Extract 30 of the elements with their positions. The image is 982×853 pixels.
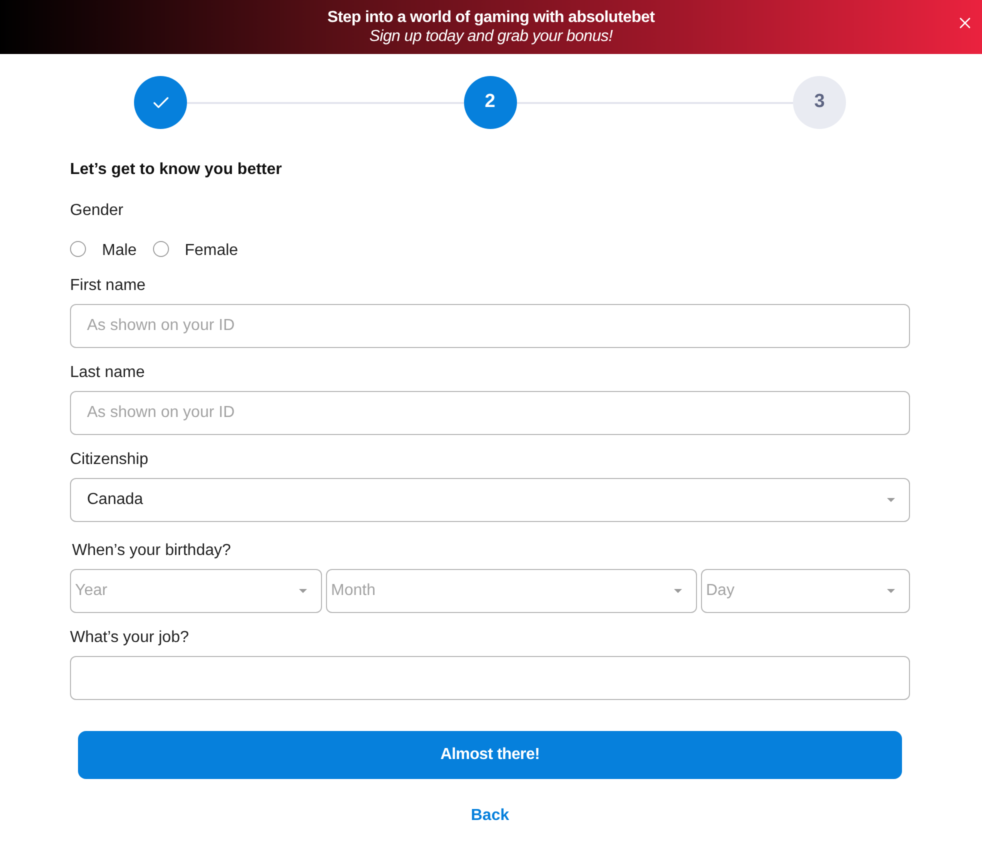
field-label: Citizenship — [70, 450, 150, 470]
form-heading: Let’s get to know you better — [70, 160, 283, 180]
dropdown-caret-icon — [887, 498, 895, 502]
field-label: First name — [70, 276, 147, 296]
text-input-field[interactable] — [70, 656, 910, 700]
field-label: When’s your birthday? — [72, 541, 232, 561]
dropdown-caret-icon — [887, 589, 895, 593]
date-part-select[interactable]: Year — [70, 569, 322, 613]
select-placeholder: Day — [706, 581, 734, 601]
banner-title: Step into a world of gaming with absolutebet — [327, 8, 655, 27]
field-label: What’s your job? — [70, 628, 190, 648]
date-part-select[interactable]: Month — [326, 569, 697, 613]
text-input-field[interactable]: As shown on your ID — [70, 304, 910, 348]
submit-button[interactable]: Almost there! — [78, 731, 902, 779]
banner-subtitle: Sign up today and grab your bonus! — [369, 27, 613, 46]
select-placeholder: Month — [331, 581, 376, 601]
select-field[interactable]: Canada — [70, 478, 910, 522]
radio-label[interactable]: Male — [102, 241, 137, 261]
back-link[interactable]: Back — [470, 806, 510, 826]
dropdown-caret-icon — [674, 589, 682, 593]
radio-button[interactable] — [152, 240, 169, 256]
select-value: Canada — [87, 490, 144, 510]
date-part-select[interactable]: Day — [701, 569, 910, 613]
dropdown-caret-icon — [299, 589, 307, 593]
field-label: Last name — [70, 363, 146, 383]
radio-button[interactable] — [70, 240, 86, 256]
text-input-field[interactable]: As shown on your ID — [70, 391, 910, 435]
select-placeholder: Year — [75, 581, 108, 601]
gender-label: Gender — [70, 201, 124, 221]
radio-label[interactable]: Female — [184, 241, 238, 261]
